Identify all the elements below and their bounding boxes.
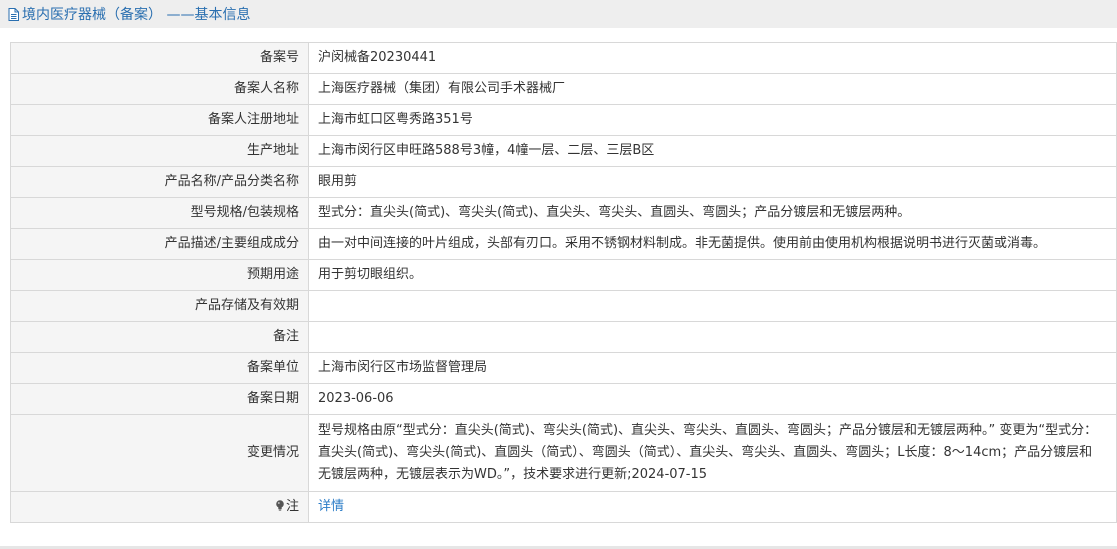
row-value: 上海医疗器械（集团）有限公司手术器械厂 — [308, 73, 1117, 105]
row-value: 详情 — [308, 491, 1117, 523]
row-value: 由一对中间连接的叶片组成，头部有刃口。采用不锈钢材料制成。非无菌提供。使用前由使… — [308, 228, 1117, 260]
row-label: 备案号 — [10, 42, 309, 74]
row-value — [308, 290, 1117, 322]
row-label: 备案单位 — [10, 352, 309, 384]
row-value: 型号规格由原“型式分：直尖头(简式)、弯尖头(简式)、直尖头、弯尖头、直圆头、弯… — [308, 414, 1117, 492]
table-row-storage-validity: 产品存储及有效期 — [10, 290, 1117, 322]
row-value: 上海市闵行区申旺路588号3幢，4幢一层、二层、三层B区 — [308, 135, 1117, 167]
row-label: 备案人注册地址 — [10, 104, 309, 136]
row-label: 产品存储及有效期 — [10, 290, 309, 322]
table-row-change-history: 变更情况 型号规格由原“型式分：直尖头(简式)、弯尖头(简式)、直尖头、弯尖头、… — [10, 414, 1117, 492]
table-row-production-address: 生产地址 上海市闵行区申旺路588号3幢，4幢一层、二层、三层B区 — [10, 135, 1117, 167]
table-row-note: 注 详情 — [10, 491, 1117, 523]
row-label: 变更情况 — [10, 414, 309, 492]
table-row-registrant-name: 备案人名称 上海医疗器械（集团）有限公司手术器械厂 — [10, 73, 1117, 105]
row-label: 备案人名称 — [10, 73, 309, 105]
note-label: 注 — [285, 499, 299, 514]
table-row-product-name: 产品名称/产品分类名称 眼用剪 — [10, 166, 1117, 198]
row-value: 上海市闵行区市场监督管理局 — [308, 352, 1117, 384]
table-row-registrant-address: 备案人注册地址 上海市虹口区粤秀路351号 — [10, 104, 1117, 136]
page-title: 境内医疗器械（备案） ——基本信息 — [22, 7, 251, 23]
row-value: 用于剪切眼组织。 — [308, 259, 1117, 291]
row-label: 产品描述/主要组成成分 — [10, 228, 309, 260]
row-label: 备注 — [10, 321, 309, 353]
document-icon — [8, 7, 19, 21]
note-label-cell: 注 — [10, 491, 309, 523]
table-row-model-spec: 型号规格/包装规格 型式分：直尖头(简式)、弯尖头(简式)、直尖头、弯尖头、直圆… — [10, 197, 1117, 229]
table-row-filing-date: 备案日期 2023-06-06 — [10, 383, 1117, 415]
table-row-remarks: 备注 — [10, 321, 1117, 353]
row-value — [308, 321, 1117, 353]
table-row-intended-use: 预期用途 用于剪切眼组织。 — [10, 259, 1117, 291]
row-value: 沪闵械备20230441 — [308, 42, 1117, 74]
row-label: 生产地址 — [10, 135, 309, 167]
table-row-product-description: 产品描述/主要组成成分 由一对中间连接的叶片组成，头部有刃口。采用不锈钢材料制成… — [10, 228, 1117, 260]
row-label: 产品名称/产品分类名称 — [10, 166, 309, 198]
row-label: 备案日期 — [10, 383, 309, 415]
row-label: 预期用途 — [10, 259, 309, 291]
row-value: 眼用剪 — [308, 166, 1117, 198]
basic-info-table: 备案号 沪闵械备20230441 备案人名称 上海医疗器械（集团）有限公司手术器… — [10, 42, 1117, 523]
details-link[interactable]: 详情 — [318, 499, 344, 514]
table-row-record-number: 备案号 沪闵械备20230441 — [10, 42, 1117, 74]
bulb-icon — [276, 500, 284, 511]
row-label: 型号规格/包装规格 — [10, 197, 309, 229]
page-header: 境内医疗器械（备案） ——基本信息 — [0, 0, 1117, 28]
row-value: 上海市虹口区粤秀路351号 — [308, 104, 1117, 136]
row-value: 2023-06-06 — [308, 383, 1117, 415]
row-value: 型式分：直尖头(简式)、弯尖头(简式)、直尖头、弯尖头、直圆头、弯圆头；产品分镀… — [308, 197, 1117, 229]
table-row-filing-unit: 备案单位 上海市闵行区市场监督管理局 — [10, 352, 1117, 384]
